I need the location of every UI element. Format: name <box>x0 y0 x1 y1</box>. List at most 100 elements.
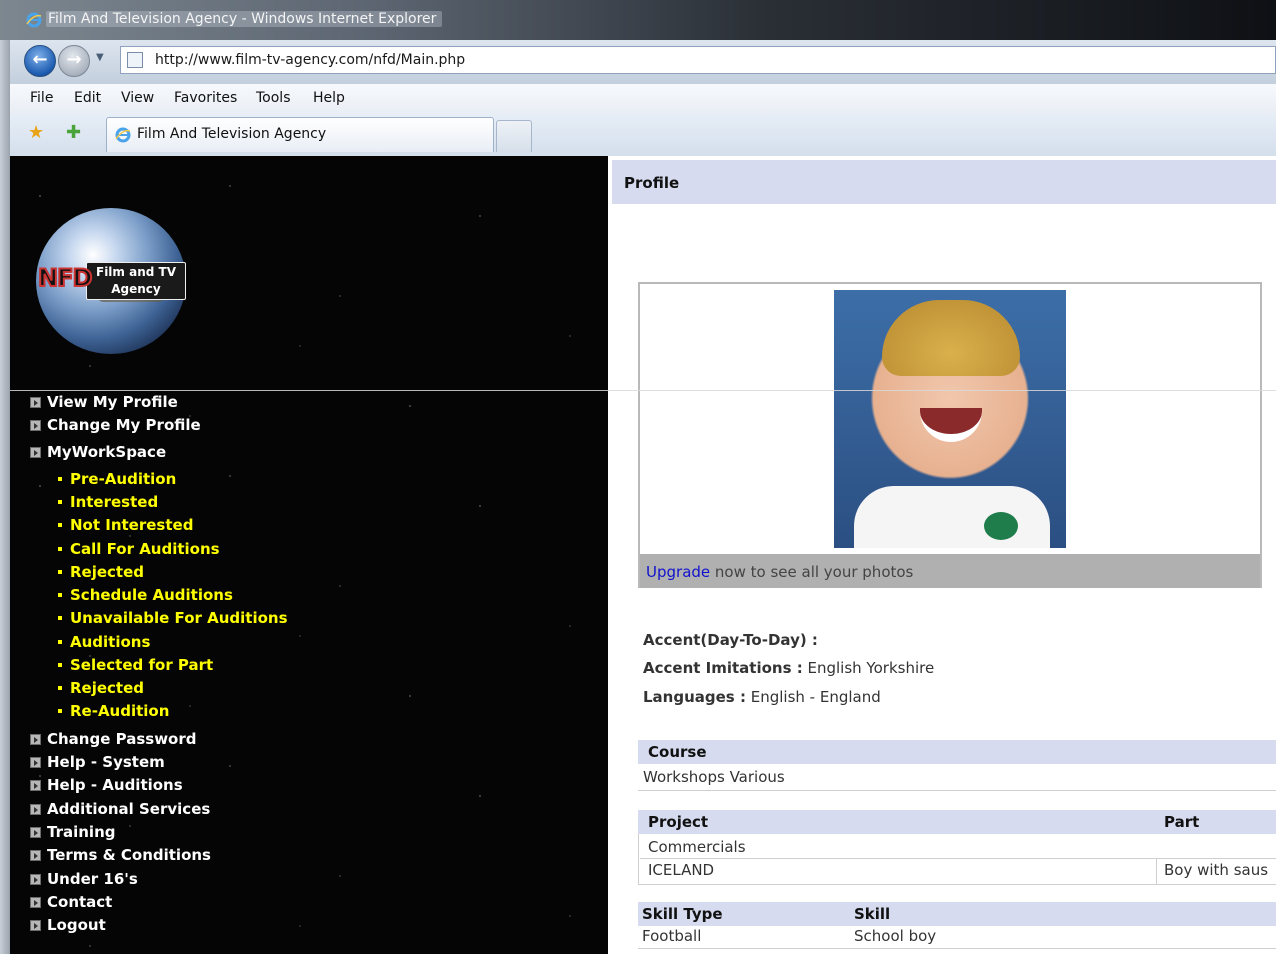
dot-icon <box>58 523 62 527</box>
upgrade-link[interactable]: Upgrade <box>646 563 710 581</box>
skill-cell: School boy <box>854 927 937 945</box>
nav-label: Additional Services <box>47 800 211 818</box>
nav-re-audition[interactable]: Re-Audition <box>58 702 169 720</box>
part-cell: Boy with saus <box>1164 861 1269 879</box>
project-table-border <box>638 884 1276 885</box>
nav-terms-and-conditions[interactable]: Terms & Conditions <box>30 846 211 864</box>
nav-additional-services[interactable]: Additional Services <box>30 800 210 818</box>
nav-call-for-auditions[interactable]: Call For Auditions <box>58 540 220 558</box>
languages-value: English - England <box>745 688 881 706</box>
course-header-label: Course <box>648 743 707 761</box>
skill-type-header-label: Skill Type <box>642 905 723 923</box>
nav-label: Under 16's <box>47 870 138 888</box>
nav-label: Re-Audition <box>70 702 170 720</box>
nav-label: Rejected <box>70 679 145 697</box>
bullet-icon <box>30 804 41 815</box>
nav-selected-for-part[interactable]: Selected for Part <box>58 656 213 674</box>
project-header-label: Project <box>648 813 709 831</box>
logo-line-2: Agency <box>111 282 161 296</box>
address-url[interactable]: http://www.film-tv-agency.com/nfd/Main.p… <box>155 52 465 68</box>
photo-shirt <box>854 486 1050 548</box>
menu-help[interactable]: Help <box>313 90 345 106</box>
nav-label: View My Profile <box>47 393 178 411</box>
bullet-icon <box>30 827 41 838</box>
dot-icon <box>58 663 62 667</box>
site-logo[interactable]: Film and TV Agency NFD <box>36 208 186 354</box>
dot-icon <box>58 640 62 644</box>
nav-not-interested[interactable]: Not Interested <box>58 516 193 534</box>
dot-icon <box>58 500 62 504</box>
project-column-divider <box>1156 858 1157 884</box>
skills-table-header: Skill Type Skill <box>638 902 1276 926</box>
nav-schedule-auditions[interactable]: Schedule Auditions <box>58 586 233 604</box>
logo-nfd-mark: NFD <box>37 263 93 293</box>
part-header-label: Part <box>1164 813 1200 831</box>
nav-contact[interactable]: Contact <box>30 893 112 911</box>
bullet-icon <box>30 850 41 861</box>
project-row-divider <box>640 858 1276 859</box>
favorites-tab-bar: ★ ✚ Film And Television Agency <box>10 114 1276 156</box>
project-table-header: Project Part <box>638 810 1276 834</box>
accent-label: Accent(Day-To-Day) : <box>643 631 818 649</box>
tab-film-and-television-agency[interactable]: Film And Television Agency <box>106 117 494 152</box>
skills-table-border <box>638 948 1276 949</box>
profile-title: Profile <box>624 174 680 192</box>
bullet-icon <box>30 780 41 791</box>
photo-school-emblem <box>984 512 1018 540</box>
nav-label: MyWorkSpace <box>47 443 167 461</box>
nav-pre-audition[interactable]: Pre-Audition <box>58 470 176 488</box>
nav-logout[interactable]: Logout <box>30 916 106 934</box>
menu-favorites[interactable]: Favorites <box>174 90 237 106</box>
address-bar[interactable]: http://www.film-tv-agency.com/nfd/Main.p… <box>120 46 1276 74</box>
favorites-star-icon[interactable]: ★ <box>28 122 44 143</box>
nav-help-system[interactable]: Help - System <box>30 753 165 771</box>
window-title-bar[interactable]: Film And Television Agency - Windows Int… <box>0 0 1276 40</box>
dot-icon <box>58 616 62 620</box>
history-dropdown-icon[interactable]: ▼ <box>96 52 104 63</box>
nav-label: Call For Auditions <box>70 540 220 558</box>
nav-unavailable-for-auditions[interactable]: Unavailable For Auditions <box>58 609 288 627</box>
accent-imitations-value: English Yorkshire <box>802 659 935 677</box>
add-favorites-icon[interactable]: ✚ <box>66 122 81 143</box>
nav-label: Logout <box>47 916 106 934</box>
back-button[interactable]: ← <box>24 45 56 77</box>
nav-change-password[interactable]: Change Password <box>30 730 197 748</box>
bullet-icon <box>30 874 41 885</box>
nav-view-my-profile[interactable]: View My Profile <box>30 393 178 411</box>
browser-navigation-bar: ← → ▼ http://www.film-tv-agency.com/nfd/… <box>10 40 1276 84</box>
nav-rejected-2[interactable]: Rejected <box>58 679 144 697</box>
forward-arrow-icon: → <box>66 49 82 70</box>
nav-label: Pre-Audition <box>70 470 177 488</box>
new-tab-button[interactable] <box>496 120 532 152</box>
bullet-icon <box>30 897 41 908</box>
menu-view[interactable]: View <box>121 90 154 106</box>
nav-label: Help - System <box>47 753 165 771</box>
nav-change-my-profile[interactable]: Change My Profile <box>30 416 201 434</box>
upgrade-banner: Upgrade now to see all your photos <box>640 554 1260 588</box>
nav-auditions[interactable]: Auditions <box>58 633 150 651</box>
profile-photo[interactable] <box>834 290 1066 548</box>
skill-type-cell: Football <box>642 927 702 945</box>
nav-label: Not Interested <box>70 516 194 534</box>
back-arrow-icon: ← <box>32 49 48 70</box>
nav-label: Training <box>47 823 116 841</box>
nav-label: Terms & Conditions <box>47 846 211 864</box>
project-cell: Commercials <box>648 838 746 856</box>
dot-icon <box>58 570 62 574</box>
nav-interested[interactable]: Interested <box>58 493 158 511</box>
bullet-icon <box>30 447 41 458</box>
nav-under-16s[interactable]: Under 16's <box>30 870 138 888</box>
nav-myworkspace[interactable]: MyWorkSpace <box>30 443 166 461</box>
menu-edit[interactable]: Edit <box>74 90 101 106</box>
tab-label: Film And Television Agency <box>137 126 327 142</box>
nav-label: Change My Profile <box>47 416 201 434</box>
dot-icon <box>58 547 62 551</box>
nav-help-auditions[interactable]: Help - Auditions <box>30 776 183 794</box>
forward-button[interactable]: → <box>58 45 90 77</box>
nav-rejected[interactable]: Rejected <box>58 563 144 581</box>
menu-file[interactable]: File <box>30 90 53 106</box>
menu-tools[interactable]: Tools <box>256 90 291 106</box>
nav-training[interactable]: Training <box>30 823 115 841</box>
nav-label: Schedule Auditions <box>70 586 233 604</box>
accent-imitations-label: Accent Imitations : <box>643 659 803 677</box>
